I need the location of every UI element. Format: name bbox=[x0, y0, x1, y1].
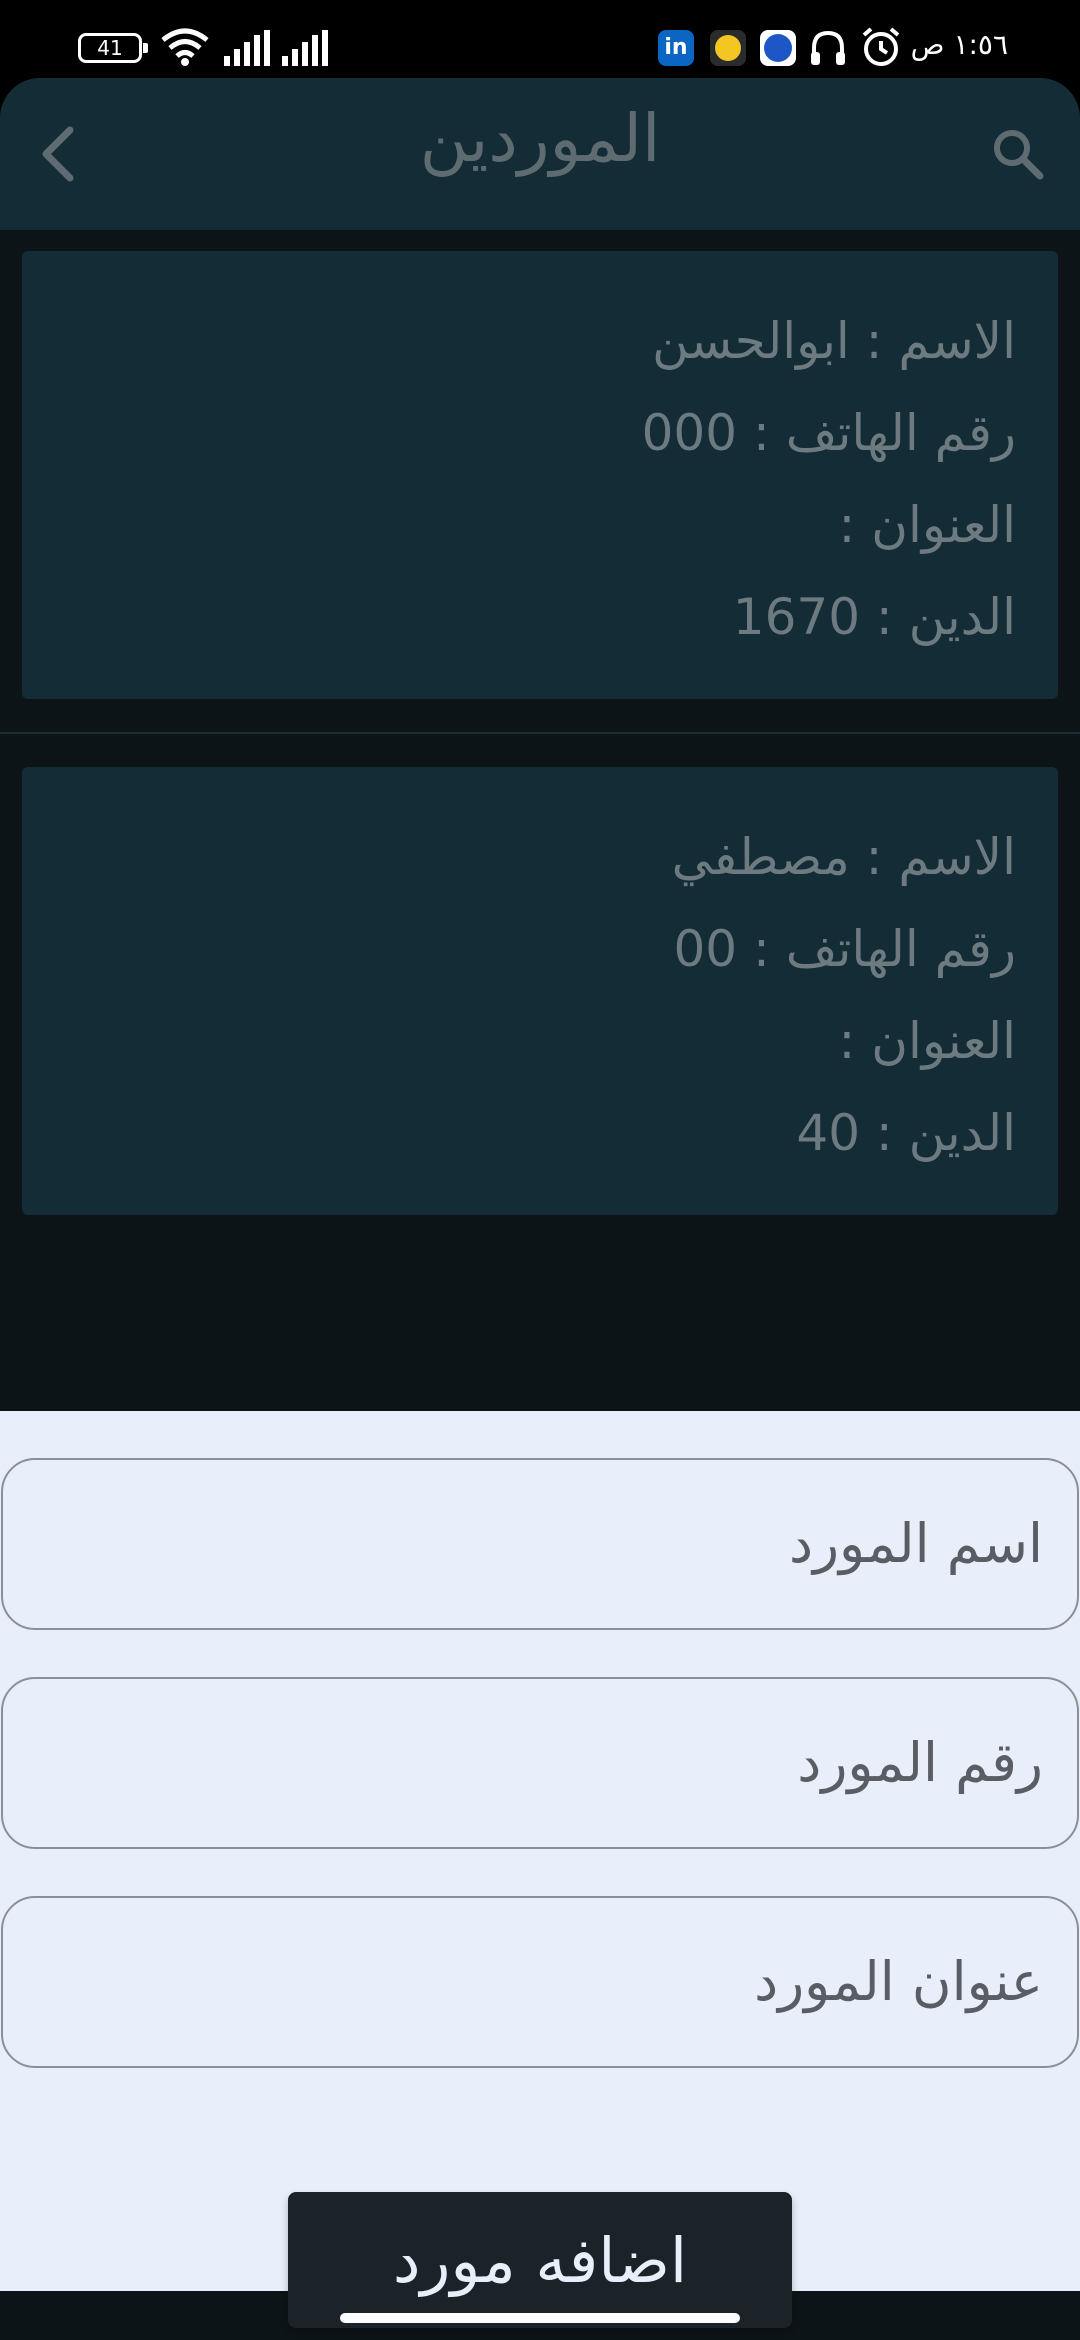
supplier-address: العنوان : bbox=[838, 1012, 1016, 1070]
signal-icon bbox=[224, 30, 270, 66]
supplier-name: الاسم : ابوالحسن bbox=[652, 312, 1016, 370]
supplier-phone: رقم الهاتف : 00 bbox=[673, 920, 1016, 978]
supplier-phone-field[interactable]: رقم المورد bbox=[1, 1677, 1079, 1849]
coin-icon bbox=[710, 30, 746, 66]
supplier-card[interactable]: الاسم : ابوالحسن رقم الهاتف : 000 العنوا… bbox=[22, 251, 1058, 699]
search-icon[interactable] bbox=[986, 122, 1050, 186]
headset-icon bbox=[811, 30, 845, 65]
supplier-name-field[interactable]: اسم المورد bbox=[1, 1458, 1079, 1630]
supplier-debt: الدين : 1670 bbox=[732, 588, 1016, 646]
home-indicator[interactable] bbox=[340, 2313, 740, 2323]
supplier-address-field[interactable]: عنوان المورد bbox=[1, 1896, 1079, 2068]
clock: ١:٥٦ ص bbox=[910, 28, 1008, 61]
linkedin-icon: in bbox=[658, 30, 694, 66]
alarm-icon bbox=[862, 27, 900, 66]
supplier-phone: رقم الهاتف : 000 bbox=[641, 404, 1016, 462]
divider bbox=[0, 732, 1080, 734]
app-screen: الموردين الاسم : ابوالحسن رقم الهاتف : 0… bbox=[0, 78, 1080, 2340]
status-bar: 41 in ١:٥٦ ص bbox=[0, 0, 1080, 78]
supplier-card[interactable]: الاسم : مصطفي رقم الهاتف : 00 العنوان : … bbox=[22, 767, 1058, 1215]
supplier-address: العنوان : bbox=[838, 496, 1016, 554]
page-title: الموردين bbox=[419, 100, 661, 177]
app-bar: الموردين bbox=[0, 78, 1080, 230]
supplier-debt: الدين : 40 bbox=[796, 1104, 1016, 1162]
supplier-name: الاسم : مصطفي bbox=[671, 828, 1016, 886]
phone-app-icon bbox=[760, 30, 796, 66]
add-supplier-button[interactable]: اضافه مورد bbox=[288, 2192, 792, 2328]
wifi-icon bbox=[161, 28, 209, 66]
add-supplier-sheet: اسم المورد رقم المورد عنوان المورد اضافه… bbox=[0, 1411, 1080, 2328]
battery-icon: 41 bbox=[78, 33, 148, 63]
signal-icon bbox=[282, 30, 328, 66]
